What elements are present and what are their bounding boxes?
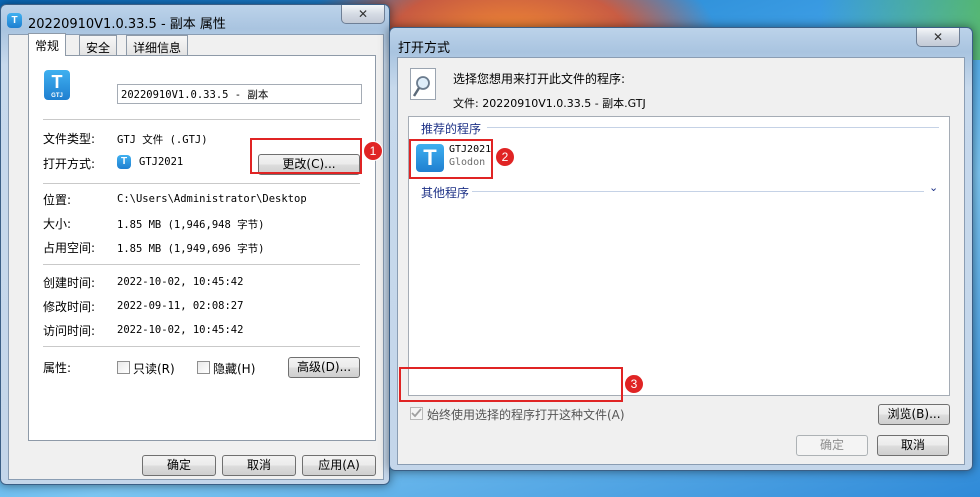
separator xyxy=(43,183,360,185)
properties-window: T 20220910V1.0.33.5 - 副本 属性 ✕ 常规 安全 详细信息… xyxy=(0,4,390,485)
modified-label: 修改时间: xyxy=(43,300,96,314)
annotation-badge-2: 2 xyxy=(495,147,515,167)
disk-size-label: 占用空间: xyxy=(43,241,96,255)
cancel-button[interactable]: 取消 xyxy=(877,435,949,456)
gtj-file-icon: T GTJ xyxy=(44,70,70,100)
properties-titlebar[interactable]: T 20220910V1.0.33.5 - 副本 属性 ✕ xyxy=(1,5,389,33)
readonly-checkbox[interactable] xyxy=(117,361,130,374)
accessed-label: 访问时间: xyxy=(43,324,96,338)
gtj-file-icon-small: T xyxy=(7,13,22,28)
separator xyxy=(43,264,360,266)
location-label: 位置: xyxy=(43,193,72,207)
cancel-button[interactable]: 取消 xyxy=(222,455,296,476)
group-divider xyxy=(487,127,939,128)
size-label: 大小: xyxy=(43,217,72,231)
magnifier-icon xyxy=(412,76,430,97)
search-file-icon xyxy=(410,68,436,100)
accessed-value: 2022-10-02, 10:45:42 xyxy=(117,324,244,336)
prompt-text: 选择您想用来打开此文件的程序: xyxy=(453,72,626,86)
created-label: 创建时间: xyxy=(43,276,96,290)
disk-size-value: 1.85 MB (1,949,696 字节) xyxy=(117,243,265,255)
location-value: C:\Users\Administrator\Desktop xyxy=(117,193,307,205)
hidden-label[interactable]: 隐藏(H) xyxy=(213,360,255,377)
separator xyxy=(43,346,360,348)
dialog-title: 打开方式 xyxy=(398,41,451,56)
open-with-client: 选择您想用来打开此文件的程序: 文件: 20220910V1.0.33.5 - … xyxy=(397,57,965,465)
separator xyxy=(43,119,360,121)
created-value: 2022-10-02, 10:45:42 xyxy=(117,276,244,288)
file-label: 文件: 20220910V1.0.33.5 - 副本.GTJ xyxy=(453,97,646,110)
readonly-label[interactable]: 只读(R) xyxy=(133,360,175,377)
tab-details[interactable]: 详细信息 xyxy=(126,35,189,55)
ok-button[interactable]: 确定 xyxy=(142,455,216,476)
tab-security[interactable]: 安全 xyxy=(79,35,118,55)
open-with-label: 打开方式: xyxy=(43,157,96,171)
close-button[interactable]: ✕ xyxy=(916,28,960,47)
always-use-checkbox[interactable] xyxy=(410,407,423,420)
general-panel: T GTJ 20220910V1.0.33.5 - 副本 文件类型: GTJ 文件… xyxy=(28,55,376,441)
always-use-label: 始终使用选择的程序打开这种文件(A) xyxy=(427,408,625,422)
file-name-field[interactable]: 20220910V1.0.33.5 - 副本 xyxy=(117,84,362,104)
group-divider xyxy=(472,191,924,192)
apply-button[interactable]: 应用(A) xyxy=(302,455,376,476)
highlight-always-use xyxy=(399,367,623,402)
gtj-app-icon-small: T xyxy=(117,155,131,169)
window-title: 20220910V1.0.33.5 - 副本 属性 xyxy=(28,17,226,32)
browse-button[interactable]: 浏览(B)... xyxy=(878,404,950,425)
properties-client: 常规 安全 详细信息 T GTJ 20220910V1.0.33.5 - 副本 文… xyxy=(8,33,384,480)
advanced-button[interactable]: 高级(D)... xyxy=(288,357,360,378)
tab-general[interactable]: 常规 xyxy=(28,33,67,56)
file-type-value: GTJ 文件 (.GTJ) xyxy=(117,134,208,146)
highlight-change-button xyxy=(250,138,362,174)
other-programs-header[interactable]: 其他程序 xyxy=(421,184,469,201)
attributes-label: 属性: xyxy=(43,361,72,375)
recommended-header: 推荐的程序 xyxy=(421,122,482,136)
ok-button: 确定 xyxy=(796,435,868,456)
size-value: 1.85 MB (1,946,948 字节) xyxy=(117,219,265,231)
open-with-value: GTJ2021 xyxy=(139,156,184,168)
file-type-label: 文件类型: xyxy=(43,132,96,146)
hidden-checkbox[interactable] xyxy=(197,361,210,374)
annotation-badge-1: 1 xyxy=(363,141,383,161)
chevron-down-icon[interactable]: ⌄ xyxy=(929,181,938,194)
close-button[interactable]: ✕ xyxy=(341,5,385,24)
checkmark-icon xyxy=(411,408,422,418)
open-with-titlebar[interactable]: 打开方式 ✕ xyxy=(390,28,972,56)
file-name-value: 20220910V1.0.33.5 - 副本 xyxy=(121,89,269,101)
open-with-dialog: 打开方式 ✕ 选择您想用来打开此文件的程序: 文件: 20220910V1.0.… xyxy=(389,27,973,471)
modified-value: 2022-09-11, 02:08:27 xyxy=(117,300,244,312)
highlight-program-item xyxy=(409,139,493,179)
annotation-badge-3: 3 xyxy=(624,374,644,394)
